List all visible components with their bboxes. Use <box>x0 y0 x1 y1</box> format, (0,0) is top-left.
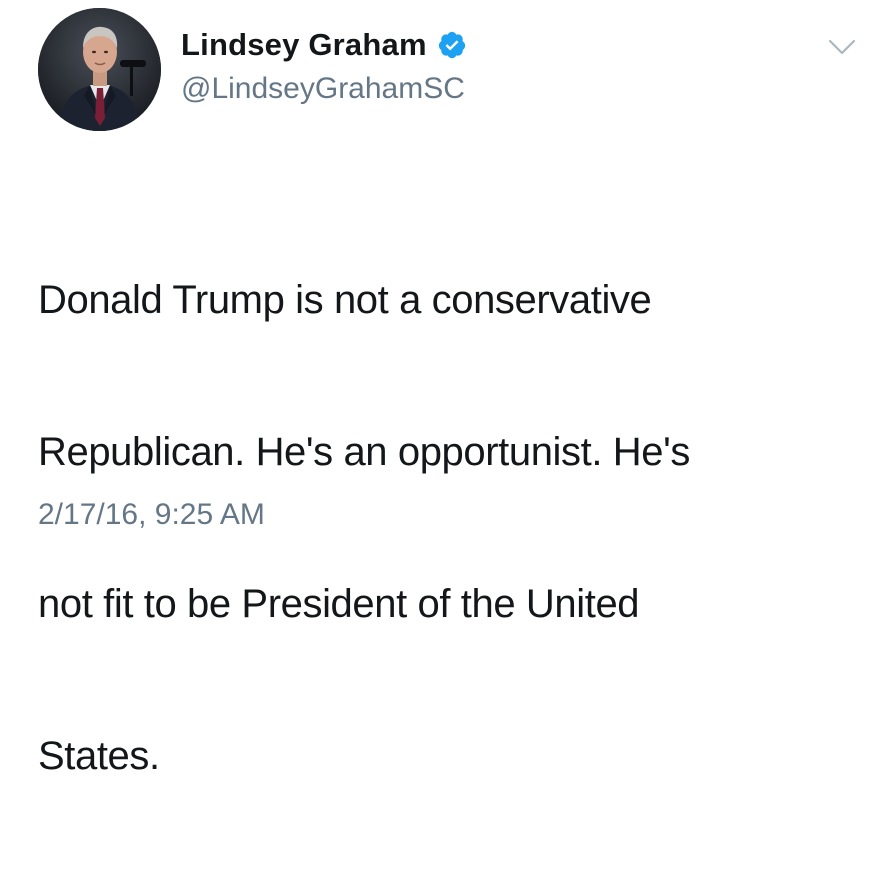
author-avatar[interactable] <box>38 8 161 131</box>
tweet-text-line: Republican. He's an opportunist. He's <box>38 430 690 474</box>
author-handle[interactable]: @LindseyGrahamSC <box>181 72 465 106</box>
tweet-card: Lindsey Graham @LindseyGrahamSC Donald T… <box>0 0 878 778</box>
tweet-text-line: not fit to be President of the United <box>38 582 640 626</box>
tweet-text-line: Donald Trump is not a conservative <box>38 278 652 322</box>
author-name-row: Lindsey Graham <box>181 25 467 65</box>
tweet-timestamp[interactable]: 2/17/16, 9:25 AM <box>38 498 265 532</box>
author-display-name[interactable]: Lindsey Graham <box>181 27 427 63</box>
tweet-text-line: States. <box>38 734 160 778</box>
avatar-image <box>38 8 161 131</box>
verified-badge-icon <box>437 30 467 60</box>
chevron-down-icon[interactable] <box>826 36 858 58</box>
